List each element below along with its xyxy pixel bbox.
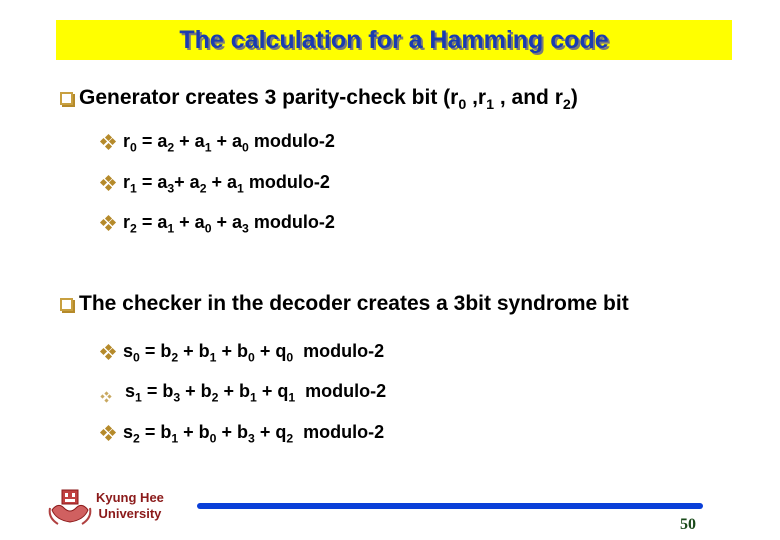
footer-divider <box>197 503 703 509</box>
equation-s1: s1 = b3 + b2 + b1 + q1 modulo-2 <box>100 381 387 405</box>
equation-text: s0 = b2 + b1 + b0 + q0 modulo-2 <box>123 341 385 365</box>
title-banner: The calculation for a Hamming code <box>56 20 732 60</box>
page-number: 50 <box>680 516 696 533</box>
heading-text: The checker in the decoder creates a 3bi… <box>79 292 629 315</box>
equation-s0: s0 = b2 + b1 + b0 + q0 modulo-2 <box>99 341 385 365</box>
equation-text: r1 = a3+ a2 + a1 modulo-2 <box>123 172 330 196</box>
section-heading-generator: Generator creates 3 parity-check bit (r0… <box>60 86 578 113</box>
checkbox-bullet-icon <box>60 297 73 311</box>
equation-s2: s2 = b1 + b0 + b3 + q2 modulo-2 <box>99 422 385 446</box>
slide-title: The calculation for a Hamming code <box>179 25 609 54</box>
heading-text: Generator creates 3 parity-check bit (r0… <box>79 86 578 113</box>
diamond-bullet-icon <box>100 390 112 403</box>
equation-r1: r1 = a3+ a2 + a1 modulo-2 <box>99 172 330 196</box>
university-name: Kyung Hee University <box>96 490 164 521</box>
equation-text: s1 = b3 + b2 + b1 + q1 modulo-2 <box>125 381 387 405</box>
checkbox-bullet-icon <box>60 91 73 105</box>
equation-text: r0 = a2 + a1 + a0 modulo-2 <box>123 131 335 155</box>
university-logo-icon <box>48 489 92 525</box>
diamond-bullet-icon <box>99 343 117 360</box>
diamond-bullet-icon <box>99 424 117 441</box>
diamond-bullet-icon <box>99 133 117 150</box>
equation-r0: r0 = a2 + a1 + a0 modulo-2 <box>99 131 335 155</box>
equation-text: r2 = a1 + a0 + a3 modulo-2 <box>123 212 335 236</box>
diamond-bullet-icon <box>99 214 117 231</box>
section-heading-checker: The checker in the decoder creates a 3bi… <box>60 292 629 316</box>
diamond-bullet-icon <box>99 174 117 191</box>
equation-text: s2 = b1 + b0 + b3 + q2 modulo-2 <box>123 422 385 446</box>
equation-r2: r2 = a1 + a0 + a3 modulo-2 <box>99 212 335 236</box>
